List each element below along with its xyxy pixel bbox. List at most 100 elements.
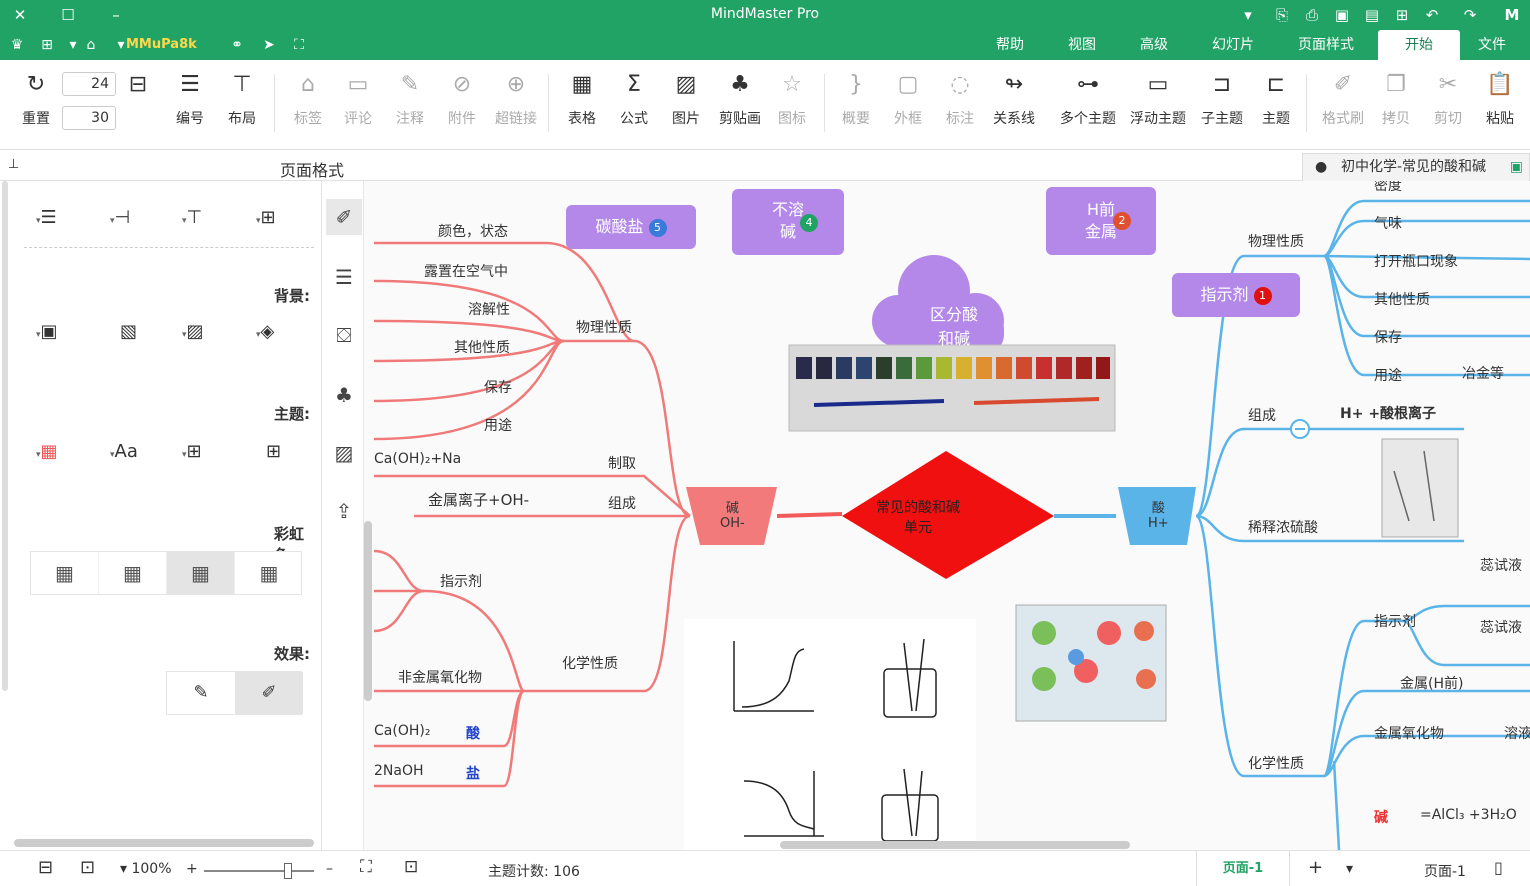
- right-node[interactable]: 稀释浓硫酸: [1248, 517, 1318, 537]
- upload-icon[interactable]: ⇪: [326, 493, 362, 529]
- mindmap-canvas[interactable]: 常见的酸和碱 单元 碱 OH- 酸 H+ 区分酸 和碱 指示剂 1 H前 金属 …: [364, 181, 1530, 850]
- send-icon[interactable]: ➤: [258, 34, 280, 56]
- right-node[interactable]: 冶金等: [1462, 363, 1504, 383]
- crown-icon[interactable]: ♛: [6, 34, 28, 56]
- star-icon[interactable]: ⛋: [326, 317, 362, 353]
- left-node[interactable]: 物理性质: [576, 317, 632, 337]
- zoom-level[interactable]: ▾ 100%: [120, 861, 172, 877]
- right-node[interactable]: 密度: [1374, 181, 1402, 195]
- float-topic-1[interactable]: 指示剂 1: [1172, 273, 1300, 317]
- titration-image[interactable]: [684, 619, 976, 850]
- picture-button[interactable]: ▨ 图片: [660, 68, 712, 138]
- float-topic-4[interactable]: 不溶 碱: [732, 189, 844, 255]
- subtopic-button[interactable]: ⊐ 子主题: [1194, 68, 1250, 138]
- tab-slides[interactable]: 幻灯片: [1200, 30, 1266, 60]
- float-topic-5[interactable]: 碳酸盐 5: [566, 205, 696, 249]
- numbering-button[interactable]: ☰ 编号: [164, 68, 216, 138]
- left-node[interactable]: 保存: [484, 377, 512, 397]
- dropdown-icon[interactable]: ▾: [1236, 3, 1260, 27]
- left-node[interactable]: 颜色，状态: [438, 221, 508, 241]
- open-icon[interactable]: ⎘: [1270, 3, 1294, 27]
- layout-style-dropdown[interactable]: ▾⊤: [176, 207, 216, 231]
- formula-button[interactable]: Σ 公式: [608, 68, 660, 138]
- clipart-button[interactable]: ♣ 剪贴画: [714, 68, 766, 138]
- calendar-icon[interactable]: ▨: [326, 435, 362, 471]
- left-node[interactable]: Ca(OH)₂+Na: [374, 451, 461, 467]
- right-node[interactable]: 气味: [1374, 213, 1402, 233]
- pages-panel-icon[interactable]: ▯: [1494, 858, 1503, 877]
- fit-page-icon[interactable]: ⊡: [80, 857, 95, 878]
- right-node[interactable]: 组成: [1248, 405, 1276, 425]
- save-icon[interactable]: ▣: [1330, 3, 1354, 27]
- floating-topic-button[interactable]: ▭ 浮动主题: [1126, 68, 1190, 138]
- salt-tag[interactable]: 盐: [466, 763, 480, 783]
- left-node[interactable]: 制取: [608, 453, 636, 473]
- acid-tag[interactable]: 酸: [466, 723, 480, 743]
- presentation-icon[interactable]: ⊡: [404, 857, 418, 877]
- zoom-in-icon[interactable]: +: [186, 861, 198, 877]
- callout-button[interactable]: ◌ 标注: [934, 68, 986, 138]
- note-button[interactable]: ✎ 注释: [384, 68, 436, 138]
- left-node[interactable]: 露置在空气中: [424, 261, 508, 281]
- zoom-slider[interactable]: [204, 870, 314, 872]
- effect-hand-drawn-button[interactable]: ✎: [167, 672, 235, 714]
- tab-file[interactable]: 文件: [1466, 30, 1518, 60]
- tab-page-style[interactable]: 页面样式: [1286, 30, 1366, 60]
- copy-button[interactable]: ❐ 拷贝: [1370, 68, 1422, 138]
- user-label[interactable]: MMuPa8k: [126, 37, 197, 52]
- comment-button[interactable]: ▭ 评论: [332, 68, 384, 138]
- rainbow-option-2[interactable]: ▦: [99, 552, 167, 594]
- reset-button[interactable]: ↻ 重置: [10, 68, 62, 138]
- left-node[interactable]: 溶解性: [468, 299, 510, 319]
- paste-button[interactable]: 📋 粘贴: [1474, 68, 1526, 138]
- right-node[interactable]: 物理性质: [1248, 231, 1304, 251]
- right-node[interactable]: 其他性质: [1374, 289, 1430, 309]
- apps-icon[interactable]: ⊞: [36, 34, 58, 56]
- left-node[interactable]: 非金属氧化物: [398, 667, 482, 687]
- collapse-panel-icon[interactable]: ⊟: [38, 857, 53, 878]
- bg-image-button[interactable]: ▾▣: [30, 321, 70, 345]
- icon-button[interactable]: ☆ 图标: [766, 68, 818, 138]
- base-topic[interactable]: 碱 OH-: [720, 497, 745, 531]
- outline-icon[interactable]: ☰: [326, 259, 362, 295]
- right-node[interactable]: 化学性质: [1248, 753, 1304, 773]
- left-node[interactable]: Ca(OH)₂: [374, 723, 430, 739]
- rainbow-option-1[interactable]: ▦: [31, 552, 99, 594]
- left-node[interactable]: 用途: [484, 415, 512, 435]
- attachment-button[interactable]: ⊘ 附件: [436, 68, 488, 138]
- tab-view[interactable]: 视图: [1056, 30, 1108, 60]
- right-node[interactable]: 金属(H前): [1400, 673, 1463, 693]
- fullscreen-mode-icon[interactable]: ⛶: [360, 857, 372, 877]
- format-painter-button[interactable]: ✐ 格式刷: [1314, 68, 1372, 138]
- left-node[interactable]: 组成: [608, 493, 636, 513]
- right-node[interactable]: 指示剂: [1374, 611, 1416, 631]
- right-node[interactable]: 保存: [1374, 327, 1402, 347]
- undo-icon[interactable]: ↶: [1420, 3, 1444, 27]
- tab-help[interactable]: 帮助: [984, 30, 1036, 60]
- left-node[interactable]: 化学性质: [562, 653, 618, 673]
- relationship-button[interactable]: ↬ 关系线: [988, 68, 1040, 138]
- redo-icon[interactable]: ↷: [1458, 3, 1482, 27]
- zoom-slider-handle[interactable]: [284, 863, 292, 879]
- float-topic-2[interactable]: H前 金属: [1046, 187, 1156, 255]
- right-node[interactable]: 蕊试液: [1480, 555, 1522, 575]
- left-node[interactable]: 2NaOH: [374, 763, 424, 779]
- page-tab-active[interactable]: 页面-1: [1196, 851, 1290, 886]
- tab-home[interactable]: 开始: [1378, 30, 1460, 60]
- cloud-topic[interactable]: 区分酸 和碱: [930, 301, 978, 349]
- layout-button[interactable]: ⊤ 布局: [216, 68, 268, 138]
- tab-advanced[interactable]: 高级: [1128, 30, 1180, 60]
- theme-style-button[interactable]: ⊞: [266, 441, 306, 465]
- right-node[interactable]: H+ +酸根离子: [1340, 403, 1436, 423]
- dilution-image[interactable]: [1381, 438, 1459, 538]
- table-button[interactable]: ▦ 表格: [556, 68, 608, 138]
- structure-style-dropdown[interactable]: ▾⊞: [250, 207, 290, 231]
- page-selector[interactable]: 页面-1: [1424, 861, 1466, 881]
- left-node[interactable]: 其他性质: [454, 337, 510, 357]
- document-tab[interactable]: ● 初中化学-常见的酸和碱 ▣: [1302, 153, 1530, 181]
- hyperlink-button[interactable]: ⊕ 超链接: [490, 68, 542, 138]
- right-node[interactable]: 金属氧化物: [1374, 723, 1444, 743]
- right-node[interactable]: 溶液: [1504, 723, 1530, 743]
- left-node[interactable]: 指示剂: [440, 571, 482, 591]
- zoom-out-icon[interactable]: –: [326, 861, 333, 877]
